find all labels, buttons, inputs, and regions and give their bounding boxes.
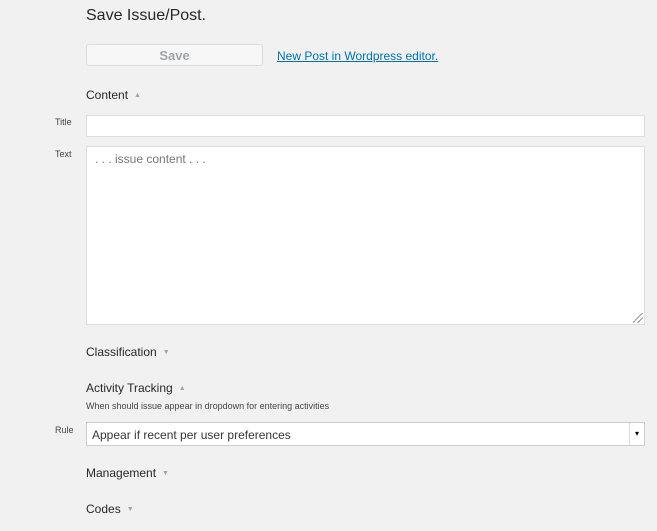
title-label: Title <box>55 117 72 127</box>
resize-handle[interactable] <box>633 313 643 323</box>
arrow-down-icon: ▼ <box>126 505 134 513</box>
rule-select-value: Appear if recent per user preferences <box>92 428 291 442</box>
arrow-down-icon: ▼ <box>162 348 170 356</box>
arrow-down-icon: ▼ <box>162 469 169 477</box>
section-management-label: Management <box>86 466 157 480</box>
section-activity-tracking-label: Activity Tracking <box>86 381 173 395</box>
section-classification-toggle[interactable]: Classification ▼ <box>86 345 170 359</box>
section-codes-label: Codes <box>86 502 121 516</box>
text-label: Text <box>55 149 72 159</box>
section-content-label: Content <box>86 88 129 102</box>
title-input[interactable] <box>86 115 645 137</box>
activity-tracking-help: When should issue appear in dropdown for… <box>86 401 330 411</box>
save-button[interactable]: Save <box>86 44 263 66</box>
rule-dropdown-button[interactable]: ▾ <box>629 423 644 445</box>
page-title: Save Issue/Post. <box>86 7 207 24</box>
section-classification-label: Classification <box>86 345 157 359</box>
section-management-toggle[interactable]: Management ▼ <box>86 466 169 480</box>
text-area[interactable] <box>86 146 645 325</box>
arrow-up-icon: ▲ <box>178 384 186 392</box>
text-area-placeholder: . . . issue content . . . <box>95 152 206 166</box>
section-content-toggle[interactable]: Content ▲ <box>86 88 141 102</box>
section-activity-tracking-toggle[interactable]: Activity Tracking ▲ <box>86 381 186 395</box>
arrow-up-icon: ▲ <box>134 91 141 99</box>
rule-label: Rule <box>55 425 74 435</box>
new-post-link[interactable]: New Post in Wordpress editor. <box>277 49 438 63</box>
chevron-down-icon: ▾ <box>634 429 639 438</box>
section-codes-toggle[interactable]: Codes ▼ <box>86 502 134 516</box>
